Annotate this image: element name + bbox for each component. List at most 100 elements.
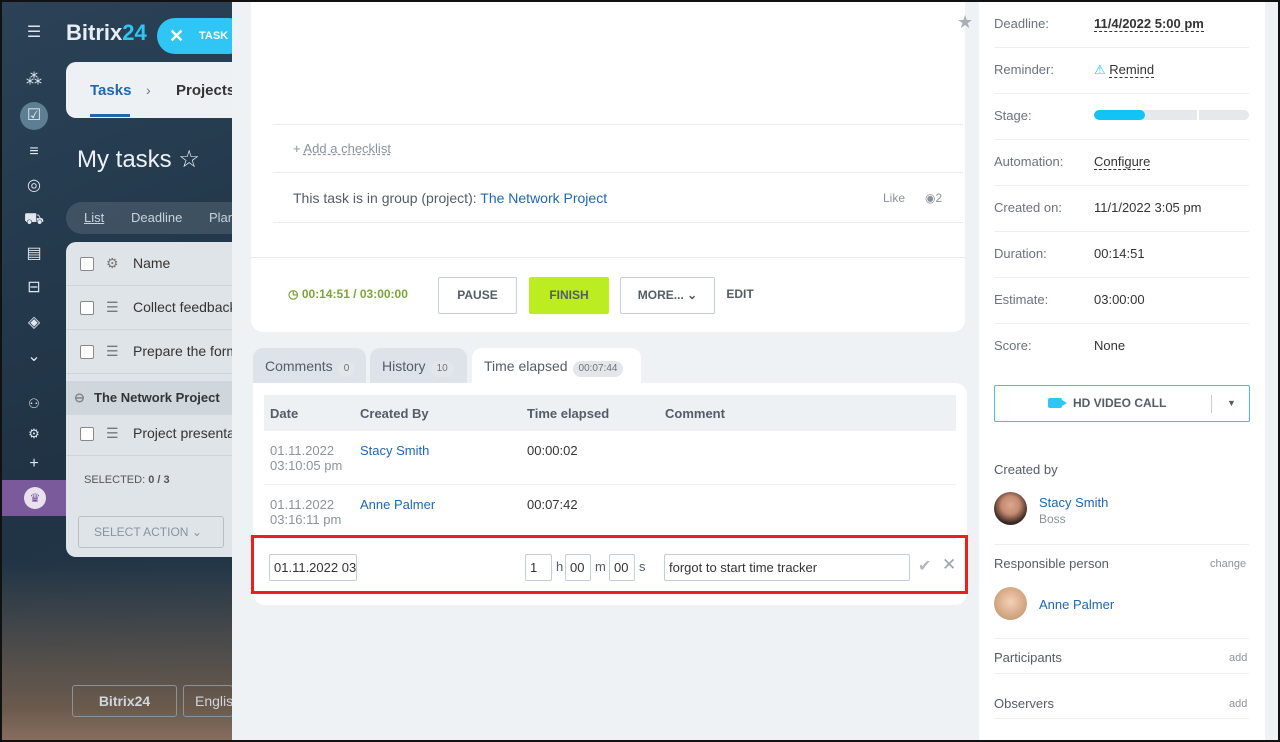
row-checkbox[interactable]	[80, 301, 94, 315]
stage-label: Stage:	[994, 108, 1032, 123]
view-tabs: List Deadline Plan	[66, 202, 246, 234]
add-checklist-link[interactable]: + Add a checklist	[293, 141, 391, 156]
collapse-icon[interactable]: ⊖	[74, 390, 85, 406]
selected-counter: SELECTED: 0 / 3	[84, 474, 170, 486]
contacts-icon[interactable]: ▤	[20, 240, 48, 268]
menu-icon[interactable]: ☰	[20, 19, 48, 47]
video-camera-icon	[1048, 398, 1067, 408]
drag-icon[interactable]: ☰	[106, 299, 119, 316]
remind-link[interactable]: ⚠ Remind	[1094, 62, 1155, 78]
dropdown-arrow-icon[interactable]: ▼	[1227, 386, 1236, 421]
box-icon[interactable]: ◈	[20, 309, 48, 337]
stage-row: Stage:	[994, 94, 1249, 140]
seconds-input[interactable]: 00	[609, 554, 635, 581]
chevron-down-icon: ⌄	[191, 525, 202, 539]
list-item[interactable]: ☰ Collect feedback	[66, 286, 246, 330]
finish-button[interactable]: FINISH	[529, 277, 609, 314]
seconds-unit: s	[639, 559, 646, 574]
list-item[interactable]: ☰ Prepare the form	[66, 330, 246, 374]
creator-name[interactable]: Stacy Smith	[1039, 495, 1108, 510]
avatar[interactable]	[994, 587, 1027, 620]
upgrade-crown[interactable]: ♛	[2, 480, 66, 516]
stage-sep	[1197, 110, 1199, 120]
save-check-icon[interactable]: ✔	[918, 556, 931, 576]
clock-icon: ◷	[288, 287, 299, 301]
filter-icon[interactable]: ≡	[20, 138, 48, 166]
group-link[interactable]: The Network Project	[480, 190, 607, 206]
drag-icon[interactable]: ☰	[106, 425, 119, 442]
cancel-close-icon[interactable]: ✕	[942, 555, 956, 575]
page-title: My tasks ☆	[77, 146, 200, 173]
change-responsible-link[interactable]: change	[1210, 558, 1246, 570]
edit-button[interactable]: EDIT	[720, 277, 760, 314]
score-row: Score: None	[994, 324, 1249, 370]
tab-list[interactable]: List	[84, 210, 104, 225]
entry-date: 01.11.2022 03:10:05 pm	[270, 443, 343, 473]
hours-input[interactable]: 1	[525, 554, 552, 581]
select-all-checkbox[interactable]	[80, 257, 94, 271]
responsible-name[interactable]: Anne Palmer	[1039, 597, 1114, 612]
video-call-button[interactable]: HD VIDEO CALL ▼	[994, 385, 1250, 422]
language-selector[interactable]: English	[183, 685, 233, 717]
group-header[interactable]: ⊖ The Network Project	[66, 381, 246, 415]
cart-icon[interactable]: ⛟	[20, 206, 48, 234]
minutes-input[interactable]: 00	[565, 554, 591, 581]
list-header: ⚙ Name	[66, 242, 246, 286]
score-label: Score:	[994, 338, 1032, 353]
footer-logo[interactable]: Bitrix24	[72, 685, 177, 717]
breadcrumb-projects[interactable]: Projects	[176, 82, 235, 99]
new-time-entry-row: 01.11.2022 03 1 h 00 m 00 s forgot to st…	[251, 535, 968, 594]
left-navigation: ☰ ⁂ ☑ ≡ ◎ ⛟ ▤ ⊟ ◈ ⌄ ⚇ ⚙ + ♛	[2, 2, 66, 740]
crm-icon[interactable]: ⁂	[20, 66, 48, 94]
divider	[251, 257, 965, 258]
star-icon[interactable]: ★	[957, 12, 973, 33]
gear-icon[interactable]: ⚙	[106, 255, 119, 272]
more-button[interactable]: MORE... ⌄	[620, 277, 715, 314]
drag-icon[interactable]: ☰	[106, 343, 119, 360]
task-name[interactable]: Prepare the form	[133, 343, 238, 359]
select-action-dropdown[interactable]: SELECT ACTION ⌄	[78, 516, 224, 548]
created-by-heading: Created by	[994, 462, 1058, 477]
entry-elapsed: 00:07:42	[527, 497, 578, 512]
gear-icon[interactable]: ⚙	[20, 420, 48, 448]
plus-icon[interactable]: +	[20, 450, 48, 478]
time-elapsed-count: 00:07:44	[572, 361, 624, 377]
tasks-icon[interactable]: ☑	[20, 102, 48, 130]
tab-time-elapsed[interactable]: Time elapsed 00:07:44	[472, 348, 641, 384]
tab-history[interactable]: History 10	[370, 348, 467, 384]
score-value[interactable]: None	[1094, 338, 1125, 353]
target-icon[interactable]: ◎	[20, 172, 48, 200]
add-observers-link[interactable]: add	[1229, 698, 1247, 710]
entry-user[interactable]: Anne Palmer	[360, 497, 435, 512]
row-checkbox[interactable]	[80, 345, 94, 359]
entry-date: 01.11.2022 03:16:11 pm	[270, 497, 342, 527]
eye-icon: ◉	[925, 191, 936, 205]
bell-icon: ⚠	[1094, 62, 1106, 77]
estimate-label: Estimate:	[994, 292, 1049, 307]
date-input[interactable]: 01.11.2022 03	[269, 554, 357, 581]
pause-button[interactable]: PAUSE	[438, 277, 517, 314]
stage-progress[interactable]	[1094, 110, 1249, 120]
configure-link[interactable]: Configure	[1094, 154, 1151, 170]
add-participants-link[interactable]: add	[1229, 652, 1247, 664]
task-card: ★ + Add a checklist This task is in grou…	[251, 2, 973, 332]
comment-input[interactable]: forgot to start time tracker	[664, 554, 910, 581]
deadline-value[interactable]: 11/4/2022 5:00 pm	[1094, 16, 1204, 32]
task-name[interactable]: Project presenta	[133, 425, 235, 441]
button-separator	[1211, 395, 1212, 413]
breadcrumb-tasks[interactable]: Tasks	[90, 82, 131, 99]
tab-deadline[interactable]: Deadline	[131, 210, 182, 225]
estimate-row: Estimate: 03:00:00	[994, 278, 1249, 324]
sitemap-icon[interactable]: ⚇	[20, 390, 48, 418]
chevron-circle-icon[interactable]: ⌄	[20, 343, 48, 371]
row-checkbox[interactable]	[80, 427, 94, 441]
duration-value: 00:14:51	[1094, 246, 1145, 261]
tab-comments[interactable]: Comments 0	[253, 348, 366, 384]
list-item[interactable]: ☰ Project presenta	[66, 412, 246, 456]
robot-icon[interactable]: ⊟	[20, 274, 48, 302]
entry-user[interactable]: Stacy Smith	[360, 443, 429, 458]
avatar[interactable]	[994, 492, 1027, 525]
group-info: This task is in group (project): The Net…	[293, 190, 608, 206]
like-link[interactable]: Like	[883, 191, 905, 205]
task-name[interactable]: Collect feedback	[133, 299, 237, 315]
